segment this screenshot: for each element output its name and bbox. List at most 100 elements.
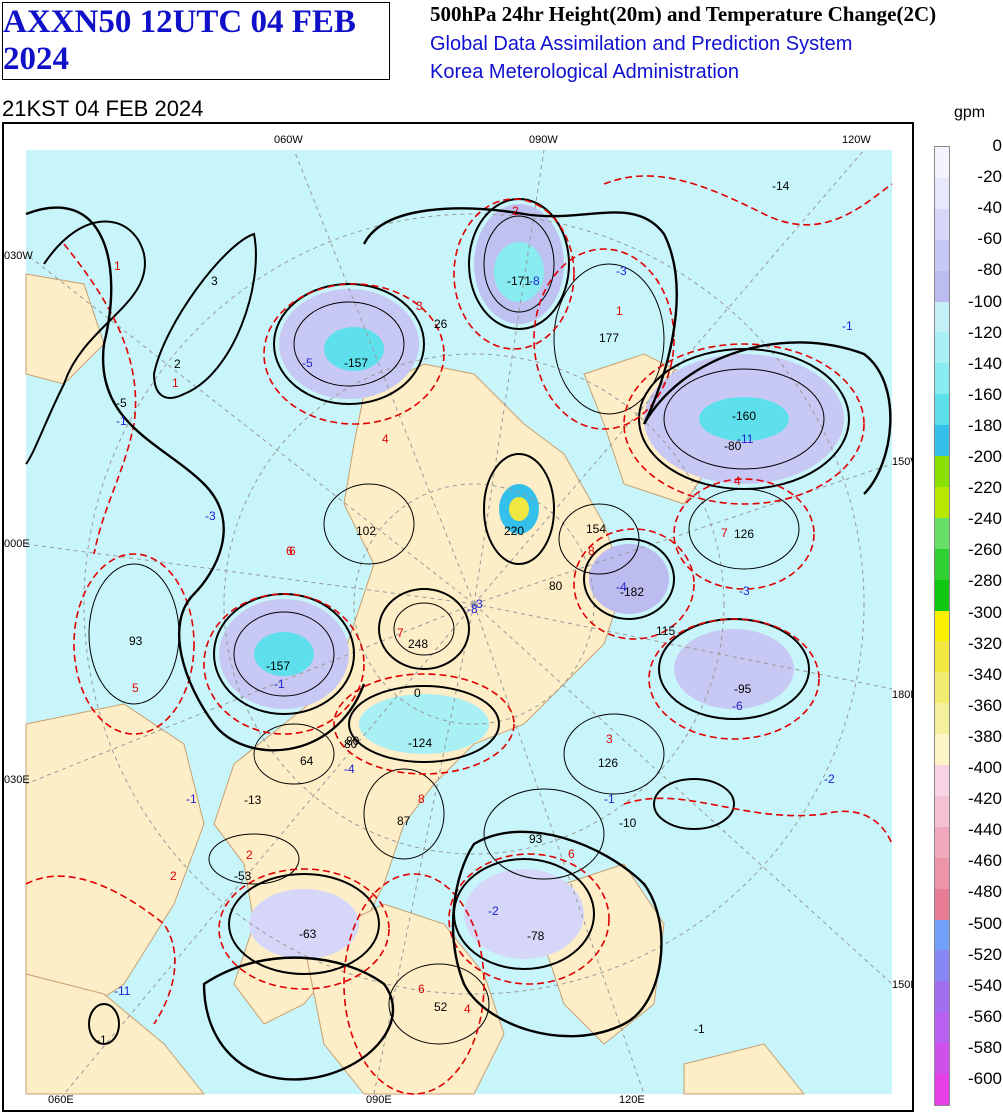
legend-color-cell <box>935 579 949 612</box>
temp-rise-label: 8 <box>418 792 425 806</box>
height-center-label: 126 <box>598 756 619 770</box>
legend-color-cell <box>935 795 949 828</box>
chart-title: 500hPa 24hr Height(20m) and Temperature … <box>430 2 937 26</box>
legend-color-cell <box>935 177 949 210</box>
temp-rise-label: 7 <box>721 526 728 540</box>
temp-fall-label: -1 <box>116 414 127 428</box>
temp-rise-label: 8 <box>588 544 595 558</box>
height-center-label: -95 <box>734 682 752 696</box>
legend-tick-label: -300 <box>967 602 1002 622</box>
temp-fall-label: -11 <box>114 984 131 998</box>
temp-rise-label: 1 <box>114 259 121 273</box>
height-center-label: 115 <box>656 624 676 638</box>
legend-color-cell <box>935 857 949 890</box>
temp-fall-label: -2 <box>824 772 835 786</box>
legend-tick-label: -580 <box>967 1037 1002 1057</box>
lon-label-right-3: 150E <box>892 979 912 991</box>
agency-name: Korea Meterological Administration <box>430 61 740 83</box>
temp-rise-label: 3 <box>416 299 423 313</box>
legend-tick-label: -480 <box>967 882 1002 902</box>
legend-tick-label: 0 <box>992 136 1002 155</box>
legend-color-cell <box>935 1043 949 1075</box>
temp-rise-label: 7 <box>397 626 404 640</box>
temp-rise-label: 1 <box>172 376 179 390</box>
height-center-label: -78 <box>527 929 545 943</box>
height-center-label: 177 <box>599 331 620 345</box>
legend-color-cell <box>935 517 949 550</box>
temp-fall-label: -8 <box>529 274 540 288</box>
lon-label-right-2: 180E <box>892 689 912 701</box>
legend-tick-label: -140 <box>967 353 1002 373</box>
product-id-box: AXXN50 12UTC 04 FEB 2024 <box>2 2 390 80</box>
height-center-label: -1 <box>694 1022 705 1036</box>
height-center-label: 220 <box>504 524 525 538</box>
temp-rise-label: 6 <box>418 982 425 996</box>
height-center-label: -124 <box>408 736 433 750</box>
temp-rise-label: 6 <box>289 544 296 558</box>
height-center-label: -63 <box>299 927 317 941</box>
temp-rise-label: 2 <box>170 869 177 883</box>
contour-value-label: -80 <box>724 439 742 453</box>
lon-label-right-1: 150W <box>892 456 912 468</box>
legend-color-cell <box>935 672 949 704</box>
height-center-label: -157 <box>266 659 291 673</box>
legend-tick-label: -180 <box>967 415 1002 435</box>
legend-color-cell <box>935 888 949 921</box>
temp-fall-label: -3 <box>739 584 750 598</box>
legend-color-cell <box>935 1012 949 1044</box>
temp-rise-label: 4 <box>382 432 389 446</box>
temp-rise-label: 6 <box>568 847 575 861</box>
height-center-label: 126 <box>734 527 755 541</box>
legend-tick-label: -60 <box>977 229 1002 249</box>
legend-color-cell <box>935 301 949 333</box>
height-center-label: 102 <box>356 524 377 538</box>
legend-tick-label: -540 <box>967 975 1002 995</box>
legend-tick-label: -120 <box>967 322 1002 342</box>
legend-color-cell <box>935 456 949 488</box>
height-center-label: -13 <box>244 793 262 807</box>
legend-color-cell <box>935 826 949 859</box>
legend-colorbar <box>934 146 950 1106</box>
legend-color-cell <box>935 147 949 179</box>
height-center-label: -157 <box>344 356 369 370</box>
temp-rise-label: 5 <box>132 681 139 695</box>
legend-tick-label: -600 <box>967 1069 1002 1088</box>
lon-label-top-1: 060W <box>274 134 303 146</box>
legend-tick-label: -320 <box>967 633 1002 653</box>
legend-color-cell <box>935 394 949 426</box>
contour-value-label: 80 <box>346 734 360 748</box>
lon-label-bottom-2: 090E <box>366 1094 392 1106</box>
temp-rise-label: 4 <box>464 1002 471 1016</box>
temp-fall-label: -1 <box>274 677 285 691</box>
legend-tick-label: -340 <box>967 664 1002 684</box>
temp-fall-label: -3 <box>616 264 627 278</box>
legend-tick-label: -220 <box>967 478 1002 498</box>
temp-rise-label: 4 <box>734 474 741 488</box>
legend-color-cell <box>935 641 949 673</box>
legend-color-cell <box>935 332 949 364</box>
weather-map: 060W 090W 120W 060E 090E 120E 030W 000E … <box>2 122 914 1112</box>
temp-fall-label: -2 <box>488 904 499 918</box>
legend-tick-label: -460 <box>967 851 1002 871</box>
legend-tick-label: -200 <box>967 447 1002 466</box>
temp-fall-label: -8 <box>467 602 478 616</box>
legend-color-cell <box>935 208 949 241</box>
legend-color-cell <box>935 703 949 735</box>
lon-label-left-3: 030E <box>4 774 30 786</box>
legend-color-cell <box>935 425 949 457</box>
temp-rise-label: 3 <box>606 732 613 746</box>
legend-color-cell <box>935 239 949 272</box>
height-center-label: 93 <box>129 634 143 648</box>
legend-tick-label: -360 <box>967 695 1002 715</box>
temp-rise-label: 1 <box>616 304 623 318</box>
height-center-label: -160 <box>732 409 757 423</box>
lon-label-top-2: 090W <box>529 134 558 146</box>
temp-fall-label: -1 <box>842 319 853 333</box>
legend-tick-label: -20 <box>977 167 1002 187</box>
legend-unit: gpm <box>954 104 986 121</box>
temp-rise-label: 2 <box>246 848 253 862</box>
legend-tick-label: -100 <box>967 291 1002 311</box>
legend-tick-label: -260 <box>967 540 1002 560</box>
legend-color-cell <box>935 981 949 1013</box>
height-center-label: 64 <box>300 754 314 768</box>
